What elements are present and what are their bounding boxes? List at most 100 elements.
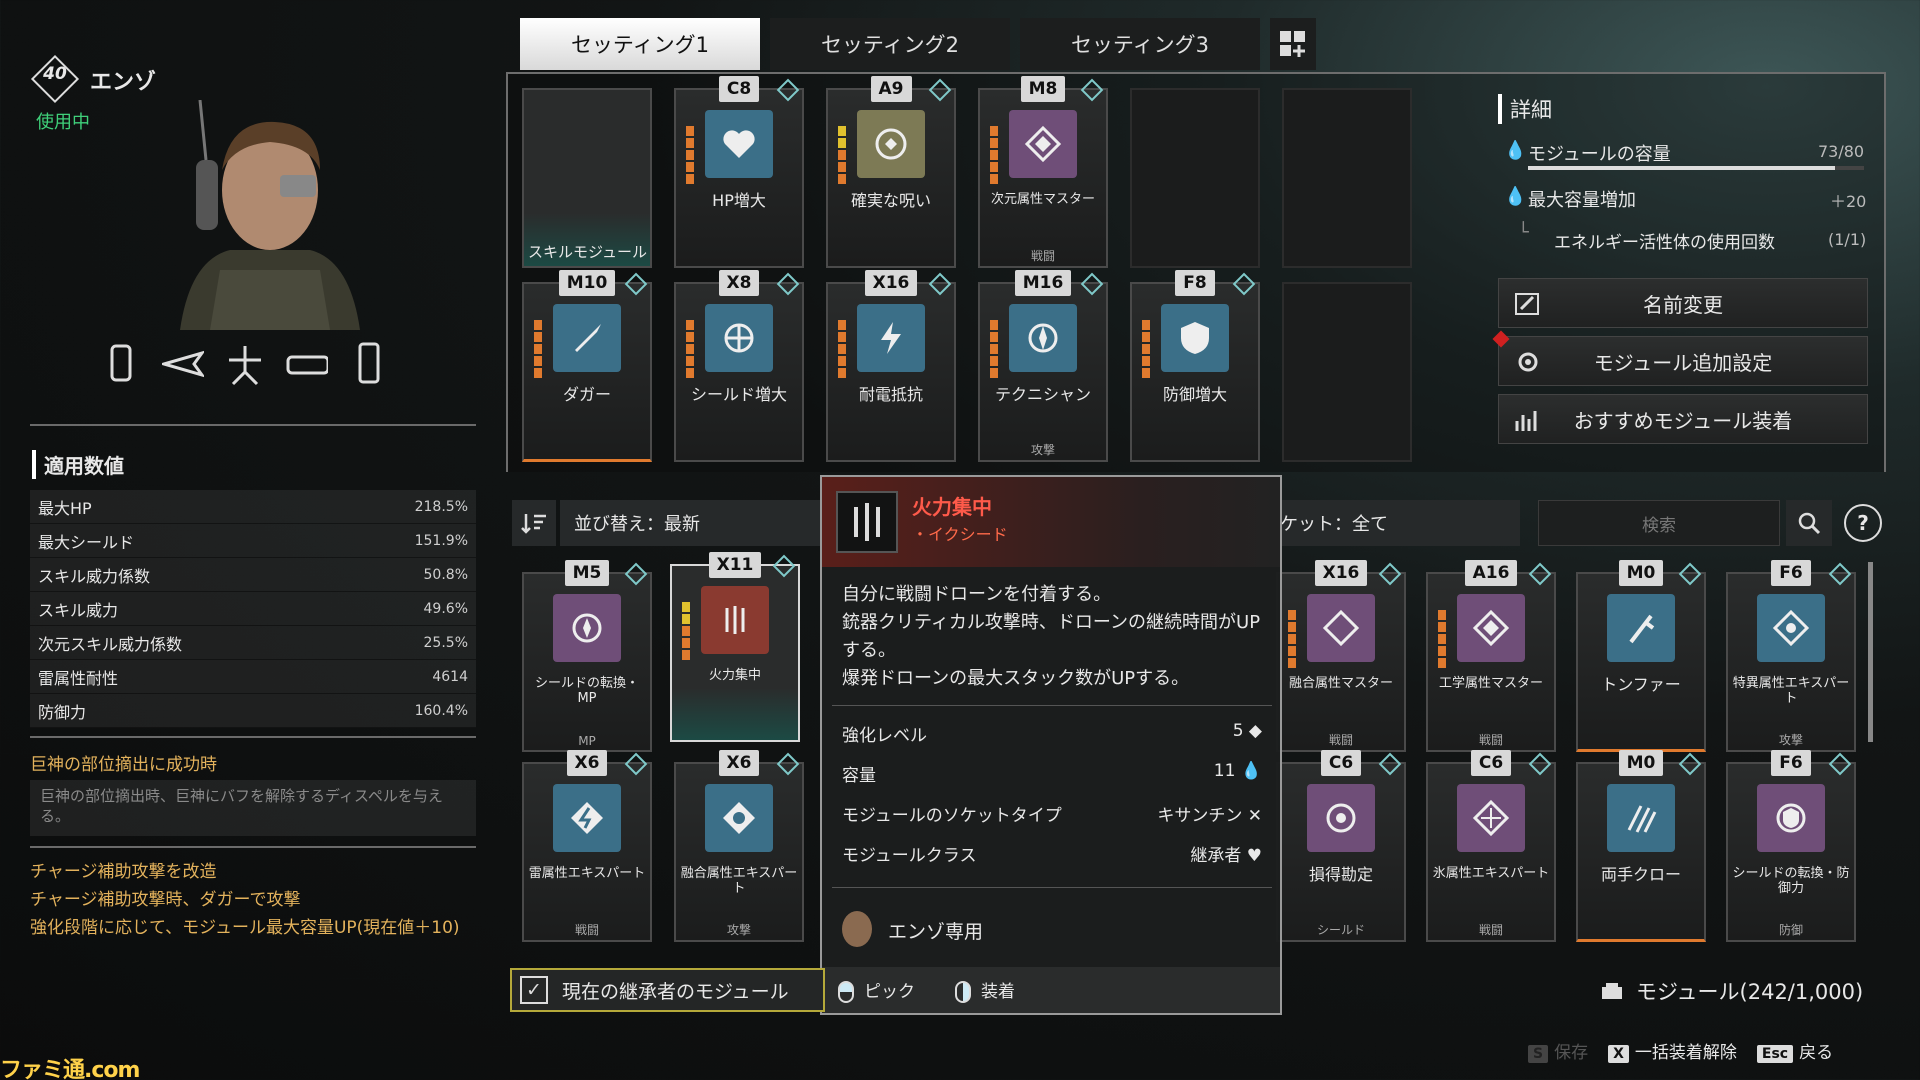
inventory-module-card[interactable]: X16 融合属性マスター 戦闘 [1276,560,1406,752]
tooltip-prop: モジュールクラス 継承者 ♥ [842,841,1262,866]
divider [30,736,476,738]
module-cost-badge: X16 [1314,560,1368,586]
module-cost-badge: A9 [870,76,912,102]
divider [30,424,476,426]
equipped-module-card[interactable]: A9 確実な呪い [826,76,956,268]
tooltip-module-tier: ・イクシード [912,525,1008,544]
module-cost-badge: C6 [1320,750,1362,776]
empty-module-slot[interactable] [1282,88,1412,268]
save-hint[interactable]: S 保存 [1528,1038,1588,1063]
left-mouse-icon [838,981,854,1003]
dimension-master-icon [1009,110,1077,178]
help-button[interactable]: ? [1844,504,1882,542]
character-name: エンゾ [90,70,157,95]
shield-convert-icon [553,594,621,662]
capacity-bar [1528,166,1864,170]
character-avatar [842,911,872,947]
inventory-module-card[interactable]: M5 シールドの転換・MP MP [522,560,652,752]
sort-dropdown[interactable]: 並び替え：最新 [560,500,860,546]
module-extra-settings-button[interactable]: モジュール追加設定 [1492,330,1868,386]
current-descendant-filter[interactable]: ✓ 現在の継承者のモジュール [510,968,825,1012]
empty-module-slot[interactable] [1130,88,1260,268]
module-name: 両手クロー [1600,865,1681,884]
checkbox-checked-icon[interactable]: ✓ [520,976,548,1004]
module-name: シールド増大 [690,385,787,404]
button-label: おすすめモジュール装着 [1573,408,1793,433]
module-name: 耐電抵抗 [858,385,923,404]
socket-gem-icon [1528,752,1552,776]
tooltip-desc-line: 自分に戦闘ドローンを付着する。 銃器クリティカル攻撃時、ドローンの継続時間がUPす… [842,581,1272,693]
equipped-module-card[interactable]: M10 ダガー [522,270,652,462]
equipped-module-card[interactable]: M8 次元属性マスター 戦闘 [978,76,1108,268]
sort-order-button[interactable] [512,500,556,546]
inventory-module-card[interactable]: X6 雷属性エキスパート 戦闘 [522,750,652,942]
lightning-shield-icon [857,304,925,372]
gear-icon [1518,352,1538,372]
stat-row: 防御力 160.4% [30,694,476,728]
module-cost-badge: M8 [1020,76,1066,102]
turret-icon [224,340,266,388]
inventory-module-card[interactable]: A16 工学属性マスター 戦闘 [1426,560,1556,752]
recommended-modules-button[interactable]: おすすめモジュール装着 [1498,394,1868,444]
module-category: 攻撃 [1778,733,1803,747]
tab-setting-1[interactable]: セッティング1 [520,18,760,70]
skill-desc-body: 巨神の部位摘出時、巨神にバフを解除するディスペルを与える。 [30,780,476,836]
module-count: モジュール(242/1,000) [1600,976,1863,1006]
max-capacity-value: ＋20 [1830,192,1867,211]
hint-label: 戻る [1799,1043,1834,1063]
skill-module-slot[interactable]: スキルモジュール [522,88,652,268]
stats-title: 適用数値 [32,450,124,479]
module-name: 損得勘定 [1308,865,1373,884]
equipped-module-card[interactable]: F8 防御増大 [1130,270,1260,462]
inventory-module-card[interactable]: F6 特異属性エキスパート 攻撃 [1726,560,1856,752]
inventory-module-card[interactable]: F6 シールドの転換・防御力 防御 [1726,750,1856,942]
prop-value-text: 継承者 [1190,846,1242,866]
search-icon [1798,512,1821,535]
tab-setting-3[interactable]: セッティング3 [1020,18,1260,70]
inventory-module-card[interactable]: M0 トンファー [1576,560,1706,752]
unequip-all-hint[interactable]: X 一括装着解除 [1608,1038,1737,1063]
inventory-module-card[interactable]: X6 融合属性エキスパート 攻撃 [674,750,804,942]
add-setting-button[interactable] [1270,18,1316,70]
character-status: 使用中 [36,112,90,133]
socket-filter-dropdown[interactable]: ケット：全て [1270,500,1520,546]
sort-icon [521,514,546,534]
capacity-value: 73/80 [1818,142,1865,161]
inventory-scrollbar[interactable] [1868,562,1873,742]
equipped-module-card[interactable]: M16 テクニシャン 攻撃 [978,270,1108,462]
inventory-module-card[interactable]: C6 氷属性エキスパート 戦闘 [1426,750,1556,942]
equipped-module-card[interactable]: X8 シールド増大 [674,270,804,462]
detail-title: 詳細 [1498,94,1552,124]
back-hint[interactable]: Esc 戻る [1756,1038,1834,1063]
socket-gem-icon [1678,752,1702,776]
socket-gem-icon [1828,752,1852,776]
module-name: 融合属性エキスパート [680,866,798,896]
pick-action[interactable]: ピック [838,977,915,1003]
module-name: 火力集中 [708,668,761,683]
tooltip-description: 自分に戦闘ドローンを付着する。 銃器クリティカル攻撃時、ドローンの継続時間がUPす… [842,581,1272,693]
inventory-module-card[interactable]: C6 損得勘定 シールド [1276,750,1406,942]
module-cost-badge: F6 [1771,750,1811,776]
equipped-module-card[interactable]: X16 耐電抵抗 [826,270,956,462]
level-bar [990,126,998,184]
edit-icon [1515,293,1539,315]
watermark: ファミ通.com [0,1058,140,1080]
stat-value: 218.5% [414,498,468,515]
prop-value-text: 11 [1213,761,1236,781]
tab-setting-2[interactable]: セッティング2 [770,18,1010,70]
inventory-module-card[interactable]: M0 両手クロー [1576,750,1706,942]
empty-module-slot[interactable] [1282,282,1412,462]
equipped-module-card[interactable]: C8 HP増大 [674,76,804,268]
equip-action[interactable]: 装着 [955,977,1015,1003]
energy-label: エネルギー活性体の使用回数 [1554,233,1775,253]
stat-label: スキル威力 [38,600,119,620]
module-cost-badge: A16 [1464,560,1518,586]
search-button[interactable] [1786,500,1832,546]
stats-list: 最大HP 218.5% 最大シールド 151.9% スキル威力係数 50.8% スキル… [30,490,476,728]
search-input[interactable]: 検索 [1538,500,1780,546]
rename-button[interactable]: 名前変更 [1498,278,1868,328]
socket-gem-icon [624,562,648,586]
inventory-module-card-selected[interactable]: X11 火力集中 [670,552,800,742]
stat-value: 49.6% [423,600,468,617]
module-category: 戦闘 [574,923,599,937]
